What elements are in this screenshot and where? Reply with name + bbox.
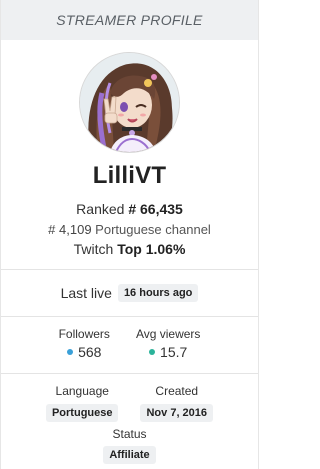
- avatar-wrap: [1, 53, 258, 152]
- avg-viewers-label: Avg viewers: [135, 327, 201, 341]
- avg-viewers-value-row: 15.7: [136, 344, 200, 360]
- last-live-label: Last live: [60, 285, 112, 301]
- avatar-illustration: [80, 53, 179, 152]
- status-col: Status Affiliate: [1, 427, 258, 464]
- card-title: STREAMER PROFILE: [56, 12, 203, 28]
- twitch-value: Top 1.06%: [117, 241, 186, 257]
- created-label: Created: [155, 384, 199, 398]
- ranked-value: # 66,435: [128, 201, 183, 217]
- avg-viewers-value: 15.7: [160, 344, 188, 360]
- channel-rank: # 4,109 Portuguese channel: [1, 222, 258, 237]
- avg-viewers-stat: Avg viewers 15.7: [136, 327, 200, 365]
- channel-rank-suffix: Portuguese channel: [95, 222, 211, 237]
- status-badge: Affiliate: [103, 446, 156, 464]
- meta-row: Language Portuguese Created Nov 7, 2016: [1, 384, 258, 422]
- streamer-name: LilliVT: [92, 162, 167, 189]
- twitch-prefix: Twitch: [73, 241, 114, 257]
- created-value-wrap: Nov 7, 2016: [140, 403, 214, 422]
- meta-section: Language Portuguese Created Nov 7, 2016 …: [1, 374, 258, 464]
- language-label: Language: [55, 384, 109, 398]
- followers-stat: Followers 568: [59, 327, 110, 365]
- channel-rank-value: # 4,109: [48, 222, 92, 237]
- followers-value-row: 568: [59, 344, 110, 360]
- language-value-wrap: Portuguese: [45, 403, 119, 422]
- card-header: STREAMER PROFILE: [1, 0, 258, 40]
- ranked-prefix: Ranked: [76, 201, 125, 217]
- status-value-wrap: Affiliate: [1, 445, 258, 464]
- avatar[interactable]: [80, 53, 179, 152]
- followers-dot-icon: [67, 349, 74, 355]
- language-badge[interactable]: Portuguese: [45, 404, 119, 422]
- last-live-badge: 16 hours ago: [117, 284, 199, 302]
- avg-viewers-dot-icon: [149, 349, 156, 355]
- twitch-rank: Twitch Top 1.06%: [1, 241, 258, 257]
- overall-rank: Ranked # 66,435: [1, 201, 258, 217]
- followers-value: 568: [78, 344, 102, 360]
- created-col: Created Nov 7, 2016: [140, 384, 214, 422]
- followers-label: Followers: [58, 327, 110, 341]
- last-live-row: Last live 16 hours ago: [1, 270, 258, 316]
- status-label: Status: [112, 427, 147, 441]
- created-badge: Nov 7, 2016: [140, 404, 214, 422]
- streamer-profile-card: STREAMER PROFILE LilliVT Ranked # 66,435…: [0, 0, 259, 469]
- stats-row: Followers 568 Avg viewers 15.7: [1, 317, 258, 365]
- language-col: Language Portuguese: [45, 384, 119, 422]
